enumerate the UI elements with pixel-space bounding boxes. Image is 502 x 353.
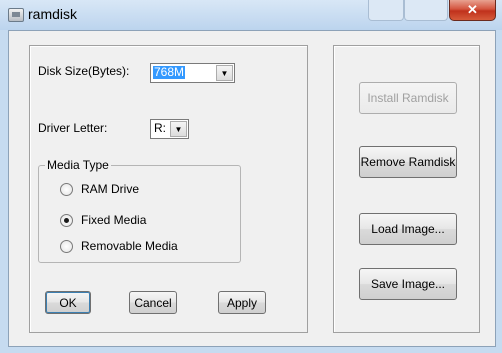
- radio-ram-drive[interactable]: RAM Drive: [60, 182, 139, 196]
- save-image-button[interactable]: Save Image...: [359, 268, 457, 300]
- radio-label: Fixed Media: [81, 213, 147, 227]
- radio-label: RAM Drive: [81, 182, 140, 196]
- minimize-button[interactable]: [368, 0, 404, 21]
- radio-fixed-media[interactable]: Fixed Media: [60, 213, 146, 227]
- chevron-down-icon[interactable]: ▼: [216, 65, 233, 81]
- install-ramdisk-button[interactable]: Install Ramdisk: [359, 82, 457, 114]
- driver-letter-value: R:: [154, 121, 166, 135]
- cancel-button[interactable]: Cancel: [129, 291, 177, 314]
- radio-button[interactable]: [60, 213, 73, 227]
- apply-button[interactable]: Apply: [218, 291, 266, 314]
- disk-size-value: 768M: [153, 65, 186, 79]
- title-bar[interactable]: ramdisk ✕: [0, 0, 502, 30]
- driver-letter-label: Driver Letter:: [38, 121, 108, 135]
- driver-letter-combo[interactable]: R: ▼: [150, 119, 189, 139]
- radio-button[interactable]: [60, 239, 73, 253]
- close-icon: ✕: [467, 2, 478, 17]
- actions-panel: Install Ramdisk Remove Ramdisk Load Imag…: [333, 45, 480, 333]
- close-button[interactable]: ✕: [449, 0, 496, 21]
- radio-removable-media[interactable]: Removable Media: [60, 239, 178, 253]
- media-type-group: Media Type RAM Drive Fixed Media Removab…: [38, 158, 241, 263]
- radio-label: Removable Media: [81, 239, 178, 253]
- app-icon: [8, 8, 24, 22]
- chevron-down-icon[interactable]: ▼: [170, 121, 187, 137]
- disk-size-label: Disk Size(Bytes):: [38, 64, 130, 78]
- radio-button[interactable]: [60, 182, 73, 196]
- load-image-button[interactable]: Load Image...: [359, 213, 457, 245]
- window-title: ramdisk: [28, 6, 78, 22]
- media-type-title: Media Type: [45, 158, 111, 172]
- dialog-client: Disk Size(Bytes): 768M ▼ Driver Letter: …: [8, 30, 496, 347]
- settings-panel: Disk Size(Bytes): 768M ▼ Driver Letter: …: [29, 45, 308, 333]
- ok-button[interactable]: OK: [45, 291, 91, 314]
- disk-size-combo[interactable]: 768M ▼: [150, 63, 235, 83]
- maximize-button[interactable]: [404, 0, 448, 21]
- remove-ramdisk-button[interactable]: Remove Ramdisk: [359, 146, 457, 178]
